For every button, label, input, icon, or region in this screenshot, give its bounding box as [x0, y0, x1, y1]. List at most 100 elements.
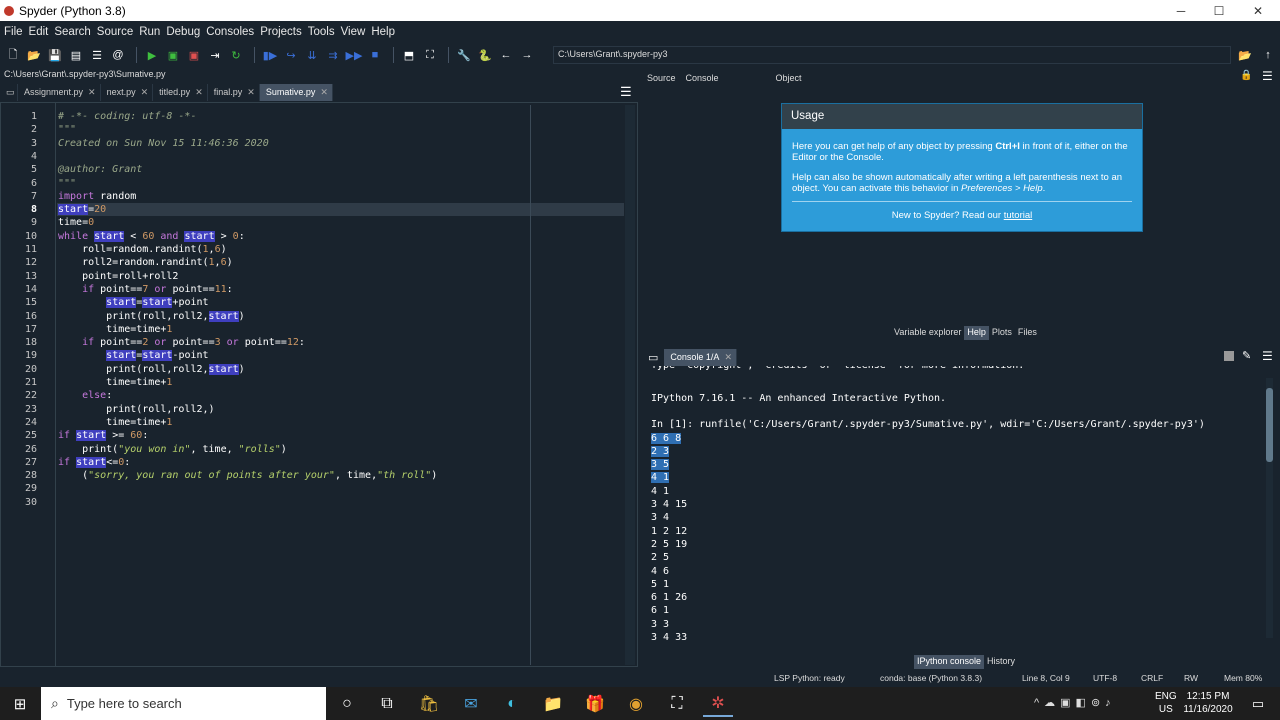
fullscreen-icon[interactable]: ⛶	[421, 46, 439, 64]
code-line[interactable]: Created on Sun Nov 15 11:46:36 2020	[58, 138, 269, 149]
preferences-wrench-icon[interactable]: 🔧	[455, 46, 473, 64]
step-into-icon[interactable]: ⇊	[303, 46, 321, 64]
code-line[interactable]: print(roll,roll2,start)	[58, 363, 245, 375]
code-line[interactable]: start=20	[58, 204, 106, 216]
editor-scrollbar[interactable]	[625, 105, 635, 665]
menu-projects[interactable]: Projects	[260, 26, 302, 38]
mail-icon[interactable]: ✉	[456, 690, 486, 717]
tab-help[interactable]: Help	[964, 326, 989, 340]
browse-folder-icon[interactable]: 📂	[1236, 46, 1254, 64]
code-line[interactable]: time=time+1	[58, 377, 172, 388]
maximize-pane-icon[interactable]: ⬒	[400, 46, 418, 64]
run-icon[interactable]: ▶	[143, 46, 161, 64]
snip-tool-icon[interactable]: ⛶	[662, 690, 692, 717]
windows-start-icon[interactable]: ⊞	[5, 690, 35, 717]
menu-help[interactable]: Help	[371, 26, 395, 38]
tab-history[interactable]: History	[984, 655, 1018, 669]
forward-arrow-icon[interactable]: →	[518, 46, 536, 64]
back-arrow-icon[interactable]: ←	[497, 46, 515, 64]
save-icon[interactable]: 💾	[46, 46, 64, 64]
menu-source[interactable]: Source	[97, 26, 133, 38]
help-options-menu-icon[interactable]: ☰	[1262, 69, 1273, 83]
parent-dir-icon[interactable]: ↑	[1259, 46, 1277, 64]
editor-options-menu-icon[interactable]: ☰	[620, 84, 632, 100]
tab-variable-explorer[interactable]: Variable explorer	[891, 326, 964, 340]
clear-console-icon[interactable]: ✎	[1242, 349, 1251, 362]
debug-icon[interactable]: ▮▶	[261, 46, 279, 64]
browse-console-tabs-icon[interactable]: ▭	[648, 351, 658, 364]
tab-files[interactable]: Files	[1015, 326, 1040, 340]
tab-final[interactable]: final.py ✕	[208, 83, 260, 101]
code-line[interactable]: @author: Grant	[58, 164, 142, 175]
open-file-icon[interactable]: 📂	[25, 46, 43, 64]
code-line[interactable]: if point==7 or point==11:	[58, 284, 233, 295]
code-line[interactable]: point=roll+roll2	[58, 271, 178, 282]
step-icon[interactable]: ↪	[282, 46, 300, 64]
run-cell-icon[interactable]: ▣	[164, 46, 182, 64]
code-line[interactable]: import random	[58, 191, 136, 202]
close-tab-icon[interactable]: ✕	[724, 352, 732, 363]
tab-titled[interactable]: titled.py ✕	[153, 83, 208, 101]
menu-edit[interactable]: Edit	[29, 26, 49, 38]
browse-tabs-icon[interactable]: ▭	[0, 83, 18, 101]
code-line[interactable]: """	[58, 178, 76, 189]
code-line[interactable]: if start >= 60:	[58, 430, 148, 442]
code-line[interactable]: time=0	[58, 217, 94, 228]
menu-run[interactable]: Run	[139, 26, 160, 38]
spyder-taskbar-icon[interactable]: ✲	[703, 690, 733, 717]
step-return-icon[interactable]: ⇉	[324, 46, 342, 64]
code-line[interactable]: start=start-point	[58, 350, 209, 362]
menu-view[interactable]: View	[341, 26, 366, 38]
close-tab-icon[interactable]: ✕	[320, 87, 328, 98]
lock-icon[interactable]: 🔒	[1240, 70, 1252, 81]
code-line[interactable]: if point==2 or point==3 or point==12:	[58, 337, 305, 348]
maximize-button[interactable]: ☐	[1200, 0, 1238, 21]
run-cell-advance-icon[interactable]: ▣	[185, 46, 203, 64]
cortana-icon[interactable]: ○	[332, 690, 362, 717]
store-icon[interactable]: 🛍	[414, 690, 444, 717]
tab-plots[interactable]: Plots	[989, 326, 1015, 340]
close-button[interactable]: ✕	[1239, 0, 1277, 21]
tab-ipython-console[interactable]: IPython console	[914, 655, 985, 669]
language-indicator[interactable]: ENG US	[1155, 690, 1177, 716]
chrome-icon[interactable]: ◉	[621, 690, 651, 717]
code-line[interactable]: """	[58, 124, 76, 135]
python-path-icon[interactable]: 🐍	[476, 46, 494, 64]
working-directory-input[interactable]: C:\Users\Grant\.spyder-py3	[553, 46, 1231, 64]
console-options-menu-icon[interactable]: ☰	[1262, 349, 1273, 363]
task-view-icon[interactable]: ⧉	[372, 690, 402, 717]
stop-debug-icon[interactable]: ■	[366, 46, 384, 64]
tab-console-1a[interactable]: Console 1/A ✕	[664, 348, 737, 366]
code-line[interactable]: ("sorry, you ran out of points after you…	[58, 470, 437, 481]
close-tab-icon[interactable]: ✕	[141, 87, 149, 98]
close-tab-icon[interactable]: ✕	[88, 87, 96, 98]
tab-next[interactable]: next.py ✕	[101, 83, 154, 101]
continue-icon[interactable]: ▶▶	[345, 46, 363, 64]
tab-sumative[interactable]: Sumative.py ✕	[259, 83, 333, 101]
clock[interactable]: 12:15 PM 11/16/2020	[1180, 690, 1236, 716]
menu-search[interactable]: Search	[54, 26, 90, 38]
at-icon[interactable]: @	[109, 46, 127, 64]
source-select[interactable]: Console	[686, 73, 746, 83]
code-editor[interactable]: 1 2 3 4 5 6 7 8 9 10 11 12 13 14 15 16 17 18 19 20 21 22 23 24 2…	[0, 102, 638, 667]
code-line[interactable]: start=start+point	[58, 297, 209, 309]
close-tab-icon[interactable]: ✕	[247, 87, 255, 98]
code-line[interactable]: # -*- coding: utf-8 -*-	[58, 111, 196, 122]
run-selection-icon[interactable]: ⇥	[206, 46, 224, 64]
menu-tools[interactable]: Tools	[308, 26, 335, 38]
file-explorer-icon[interactable]: 📁	[538, 690, 568, 717]
code-line[interactable]: print(roll,roll2,)	[58, 404, 214, 415]
stop-kernel-icon[interactable]	[1224, 351, 1234, 361]
system-tray-icons[interactable]: ^☁▣◧⊚♪	[1034, 696, 1116, 709]
code-line[interactable]: roll2=random.randint(1,6)	[58, 257, 233, 268]
close-tab-icon[interactable]: ✕	[195, 87, 203, 98]
code-line[interactable]: if start<=0:	[58, 456, 130, 468]
list-icon[interactable]: ☰	[88, 46, 106, 64]
menu-consoles[interactable]: Consoles	[206, 26, 254, 38]
tab-assignment[interactable]: Assignment.py ✕	[18, 83, 101, 101]
code-line[interactable]: print("you won in", time, "rolls")	[58, 444, 287, 455]
menu-file[interactable]: File	[4, 26, 23, 38]
gift-app-icon[interactable]: 🎁	[580, 690, 610, 717]
notification-icon[interactable]: ▭	[1243, 690, 1273, 717]
edge-browser-icon[interactable]: ◐	[497, 690, 527, 717]
